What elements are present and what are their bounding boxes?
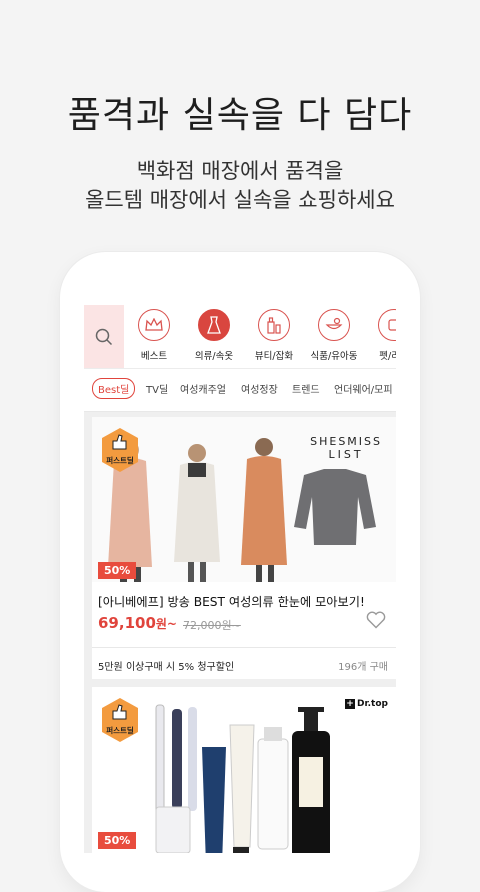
tab-women-formal[interactable]: 여성정장 <box>241 381 278 396</box>
category-label: 뷰티/잡화 <box>254 351 294 362</box>
card-divider <box>92 647 396 648</box>
deal-tab-bar: Best딜 TV딜 여성캐주얼 여성정장 트렌드 언더웨어/모피 <box>84 369 396 412</box>
product-card[interactable]: 퍼스트딜 SHESMISS LIST 50% [아니베에프] 방송 BEST 여… <box>92 417 396 679</box>
product-card[interactable]: 퍼스트딜 + Dr.top 50% <box>92 687 396 853</box>
category-clothing[interactable]: 의류/속옷 <box>188 309 240 362</box>
discount-badge: 50% <box>98 562 137 579</box>
first-deal-badge: 퍼스트딜 <box>100 427 140 473</box>
original-price: 72,000원~ <box>183 619 241 632</box>
plus-icon: + <box>345 699 356 709</box>
category-best[interactable]: 베스트 <box>128 309 180 362</box>
category-food-kids[interactable]: 식품/유아동 <box>308 309 360 362</box>
tab-underwear-fur[interactable]: 언더웨어/모피 <box>334 381 393 396</box>
category-bar: 베스트 의류/속옷 뷰티/잡화 식품/유아동 펫/리빙 <box>84 305 396 369</box>
subheadline-line-1: 백화점 매장에서 품격을 <box>136 159 344 183</box>
product-title: [아니베에프] 방송 BEST 여성의류 한눈에 모아보기! <box>98 595 365 609</box>
tab-best-deal[interactable]: Best딜 <box>92 378 136 399</box>
category-label: 베스트 <box>140 351 168 362</box>
category-label: 식품/유아동 <box>310 351 358 362</box>
search-button[interactable] <box>84 305 124 368</box>
tab-trend[interactable]: 트렌드 <box>292 381 320 396</box>
dress-icon <box>207 316 221 334</box>
cosmetics-icon <box>267 317 281 334</box>
category-beauty[interactable]: 뷰티/잡화 <box>248 309 300 362</box>
heart-icon <box>366 611 386 629</box>
app-screen: 베스트 의류/속옷 뷰티/잡화 식품/유아동 펫/리빙 Best딜 TV딜 여성… <box>84 305 396 853</box>
promo-text: 5만원 이상구매 시 5% 청구할인 <box>98 662 235 673</box>
purchase-count: 196개 구매 <box>338 662 388 673</box>
pet-icon <box>388 319 396 331</box>
brand-logo: + Dr.top <box>345 699 388 709</box>
badge-label: 퍼스트딜 <box>106 726 134 735</box>
product-image: 퍼스트딜 SHESMISS LIST 50% <box>92 417 396 582</box>
headline: 품격과 실속을 다 담다 <box>67 95 413 136</box>
sale-price: 69,100원~ <box>98 614 177 632</box>
product-image: 퍼스트딜 + Dr.top 50% <box>92 687 396 853</box>
category-label: 의류/속옷 <box>194 351 234 362</box>
category-pet-living[interactable]: 펫/리빙 <box>368 309 396 362</box>
discount-badge: 50% <box>98 832 137 849</box>
crown-icon <box>145 318 163 331</box>
first-deal-badge: 퍼스트딜 <box>100 697 140 743</box>
brand-logo: SHESMISS LIST <box>310 435 382 461</box>
badge-label: 퍼스트딜 <box>106 456 134 465</box>
tab-tv-deal[interactable]: TV딜 <box>146 381 168 396</box>
baby-bottle-icon <box>325 317 343 330</box>
category-label: 펫/리빙 <box>379 351 396 362</box>
subheadline-line-2: 올드템 매장에서 실속을 쇼핑하세요 <box>85 188 395 212</box>
wishlist-heart-button[interactable] <box>366 611 386 633</box>
tab-women-casual[interactable]: 여성캐주얼 <box>180 381 226 396</box>
search-icon <box>95 328 113 345</box>
